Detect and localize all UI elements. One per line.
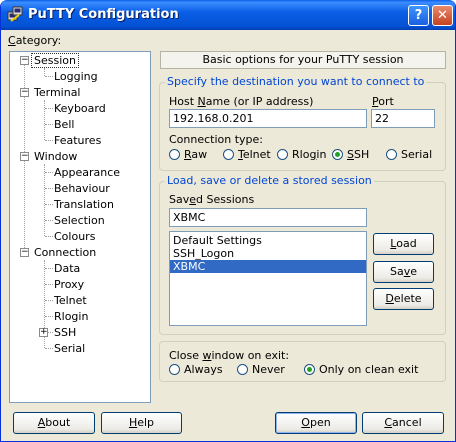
destination-group-title: Specify the destination you want to conn… xyxy=(165,75,427,88)
collapse-icon[interactable]: − xyxy=(20,152,29,161)
collapse-icon[interactable]: − xyxy=(20,56,29,65)
putty-window: PuTTY Configuration ? ✕ Category: − Sess… xyxy=(0,0,456,442)
tree-item-terminal[interactable]: Terminal xyxy=(34,85,81,100)
host-input[interactable]: 192.168.0.201 xyxy=(169,109,367,128)
host-label: Host Name (or IP address) xyxy=(169,95,314,108)
saved-sessions-label: Saved Sessions xyxy=(169,193,255,206)
putty-app-icon xyxy=(7,6,23,22)
saved-session-input[interactable]: XBMC xyxy=(169,208,367,227)
category-tree[interactable]: − Session Logging − Terminal Keyboard Be… xyxy=(9,51,151,403)
expand-icon[interactable]: + xyxy=(39,328,48,337)
save-button[interactable]: Save xyxy=(373,261,434,283)
list-item[interactable]: XBMC xyxy=(170,260,366,273)
connection-type-label: Connection type: xyxy=(169,133,264,146)
collapse-icon[interactable]: − xyxy=(20,88,29,97)
tree-item-telnet[interactable]: Telnet xyxy=(54,293,87,308)
list-item[interactable]: Default Settings xyxy=(170,234,366,247)
port-label: Port xyxy=(372,95,394,108)
sessions-list[interactable]: Default Settings SSH_Logon XBMC xyxy=(169,231,367,326)
radio-never[interactable]: Never xyxy=(237,363,285,377)
radio-serial[interactable]: Serial xyxy=(386,148,432,162)
tree-item-behaviour[interactable]: Behaviour xyxy=(54,181,110,196)
tree-item-logging[interactable]: Logging xyxy=(54,69,98,84)
help-title-button[interactable]: ? xyxy=(408,5,429,26)
load-button[interactable]: Load xyxy=(373,233,434,255)
close-icon[interactable]: ✕ xyxy=(432,5,453,26)
tree-item-session[interactable]: Session xyxy=(31,53,79,68)
open-button[interactable]: Open xyxy=(275,412,357,434)
radio-raw[interactable]: Raw xyxy=(169,148,207,162)
window-title: PuTTY Configuration xyxy=(28,7,179,22)
port-input[interactable]: 22 xyxy=(371,109,435,128)
about-button[interactable]: About xyxy=(13,412,95,434)
sessions-group-title: Load, save or delete a stored session xyxy=(165,174,374,187)
tree-item-proxy[interactable]: Proxy xyxy=(54,277,84,292)
tree-item-appearance[interactable]: Appearance xyxy=(54,165,120,180)
list-item[interactable]: SSH_Logon xyxy=(170,247,366,260)
collapse-icon[interactable]: − xyxy=(20,248,29,257)
title-bar[interactable]: PuTTY Configuration ? ✕ xyxy=(1,0,455,30)
tree-item-rlogin[interactable]: Rlogin xyxy=(54,309,88,324)
tree-item-colours[interactable]: Colours xyxy=(54,229,95,244)
radio-only-clean-exit[interactable]: Only on clean exit xyxy=(304,363,418,377)
cancel-button[interactable]: Cancel xyxy=(362,412,444,434)
radio-ssh[interactable]: SSH xyxy=(332,148,369,162)
close-on-exit-label: Close window on exit: xyxy=(169,349,290,362)
panel-header: Basic options for your PuTTY session xyxy=(160,51,446,69)
tree-item-window[interactable]: Window xyxy=(34,149,77,164)
tree-label: Session xyxy=(31,53,79,68)
tree-item-ssh[interactable]: SSH xyxy=(54,325,76,340)
help-button[interactable]: Help xyxy=(101,412,182,434)
tree-item-serial[interactable]: Serial xyxy=(54,341,85,356)
delete-button[interactable]: Delete xyxy=(373,288,434,310)
tree-item-features[interactable]: Features xyxy=(54,133,101,148)
tree-item-keyboard[interactable]: Keyboard xyxy=(54,101,106,116)
category-label: Category: xyxy=(8,34,62,47)
tree-item-data[interactable]: Data xyxy=(54,261,80,276)
tree-item-bell[interactable]: Bell xyxy=(54,117,74,132)
radio-rlogin[interactable]: Rlogin xyxy=(277,148,326,162)
radio-telnet[interactable]: Telnet xyxy=(223,148,271,162)
radio-always[interactable]: Always xyxy=(169,363,223,377)
tree-item-connection[interactable]: Connection xyxy=(34,245,96,260)
tree-item-translation[interactable]: Translation xyxy=(54,197,114,212)
tree-item-selection[interactable]: Selection xyxy=(54,213,105,228)
